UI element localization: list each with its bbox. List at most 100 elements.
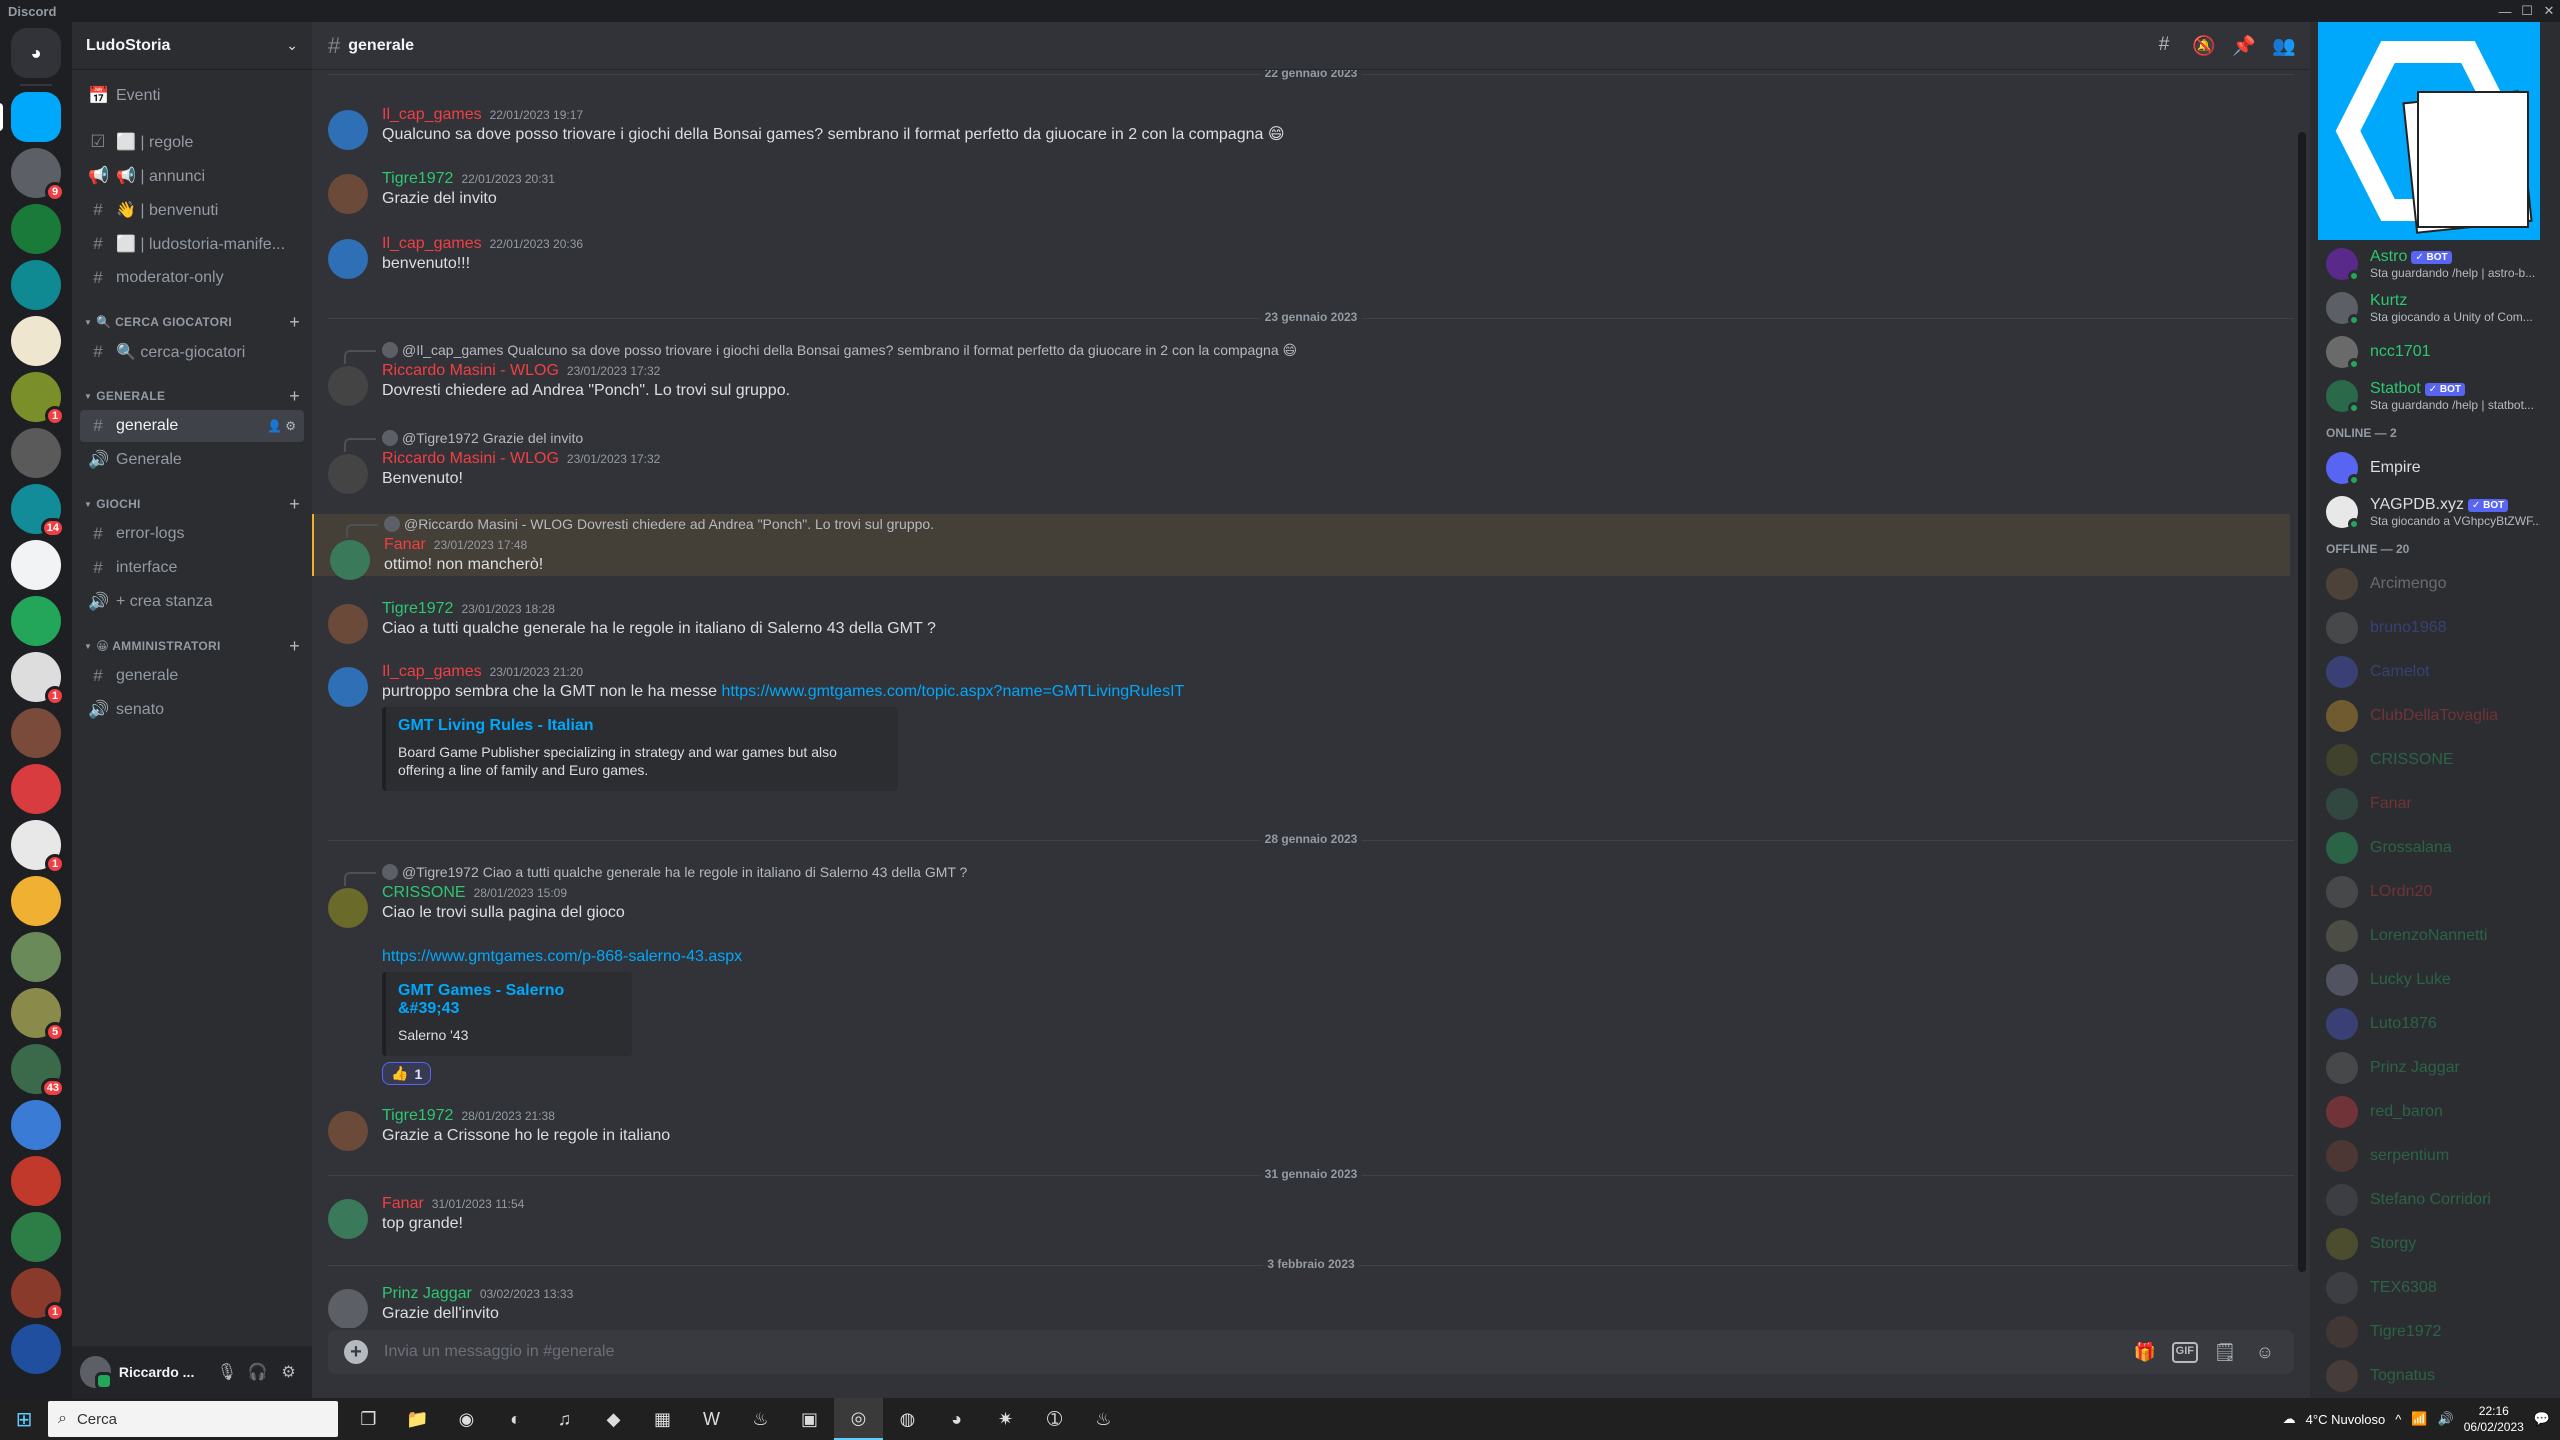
avatar[interactable]	[328, 366, 368, 406]
member-item[interactable]: LOrdn20	[2310, 870, 2560, 914]
member-item[interactable]: Tigre1972	[2310, 1310, 2560, 1354]
message-author[interactable]: CRISSONE	[382, 884, 466, 902]
gear-icon[interactable]: ⚙	[273, 1362, 304, 1382]
member-item[interactable]: Stefano Corridori	[2310, 1178, 2560, 1222]
message-author[interactable]: Tigre1972	[382, 170, 453, 188]
member-item[interactable]: serpentium	[2310, 1134, 2560, 1178]
member-item[interactable]: red_baron	[2310, 1090, 2560, 1134]
member-item[interactable]: ncc1701	[2310, 330, 2560, 374]
server-icon[interactable]: 1	[11, 1268, 65, 1322]
message-author[interactable]: Tigre1972	[382, 1107, 453, 1125]
member-item[interactable]: Luto1876	[2310, 1002, 2560, 1046]
channel-item[interactable]: # 👋 | benvenuti	[80, 194, 304, 226]
server-icon[interactable]	[11, 316, 61, 366]
server-icon[interactable]	[11, 596, 61, 646]
threads-icon[interactable]: #	[2152, 34, 2176, 58]
app-icon[interactable]: ◕	[932, 1398, 981, 1440]
member-item[interactable]: Astro ✓ BOT Sta guardando /help | astro-b.…	[2310, 242, 2560, 286]
microphone-icon[interactable]: 🎙	[211, 1362, 242, 1382]
discord-home-button[interactable]: ◕	[11, 28, 61, 78]
channel-item[interactable]: 📢 📢 | annunci	[80, 160, 304, 192]
member-item[interactable]: Tognatus	[2310, 1354, 2560, 1398]
avatar[interactable]	[328, 454, 368, 494]
avatar[interactable]	[328, 239, 368, 279]
member-item[interactable]: bruno1968	[2310, 606, 2560, 650]
avatar[interactable]	[328, 667, 368, 707]
attach-plus-icon[interactable]: +	[344, 1340, 368, 1364]
message-author[interactable]: Il_cap_games	[382, 663, 482, 681]
reaction-button[interactable]: 👍 1	[382, 1062, 432, 1085]
server-icon[interactable]	[11, 260, 61, 310]
discord-taskbar-icon[interactable]: ◎	[834, 1398, 883, 1440]
category-header[interactable]: ▼ GIOCHI +	[80, 492, 304, 516]
avatar[interactable]	[328, 1289, 368, 1328]
member-item[interactable]: Fanar	[2310, 782, 2560, 826]
embed-title[interactable]: GMT Games - Salerno &#39;43	[398, 982, 616, 1018]
server-icon[interactable]	[11, 1324, 61, 1374]
windows-start-icon[interactable]: ⊞	[0, 1407, 48, 1432]
member-item[interactable]: LorenzoNannetti	[2310, 914, 2560, 958]
member-item[interactable]: ClubDellaTovaglia	[2310, 694, 2560, 738]
server-icon[interactable]: 9	[11, 148, 65, 202]
server-icon[interactable]	[11, 1156, 61, 1206]
embed-title[interactable]: GMT Living Rules - Italian	[398, 717, 882, 735]
pin-icon[interactable]: 📌	[2232, 34, 2256, 58]
message-author[interactable]: Tigre1972	[382, 600, 453, 618]
server-icon[interactable]	[11, 708, 61, 758]
server-icon[interactable]	[11, 1100, 61, 1150]
server-icon[interactable]	[0, 92, 61, 142]
server-icon[interactable]: 43	[11, 1044, 65, 1098]
taskbar-search[interactable]: ⌕ Cerca	[48, 1401, 338, 1437]
member-item[interactable]: Prinz Jaggar	[2310, 1046, 2560, 1090]
member-item[interactable]: YAGPDB.xyz ✓ BOT Sta giocando a VGhpcyBtZW…	[2310, 490, 2560, 534]
scrollbar[interactable]	[2298, 132, 2306, 1272]
member-list-icon[interactable]: 👥	[2272, 34, 2296, 58]
word-icon[interactable]: W	[687, 1398, 736, 1440]
server-icon[interactable]	[11, 204, 61, 254]
message-author[interactable]: Prinz Jaggar	[382, 1285, 472, 1303]
channel-item[interactable]: 🔊 senato	[80, 694, 304, 726]
app-icon[interactable]: ◆	[589, 1398, 638, 1440]
volume-icon[interactable]: 🔊	[2438, 1411, 2454, 1427]
category-header[interactable]: ▼ 🔍 CERCA GIOCATORI +	[80, 310, 304, 334]
server-icon[interactable]	[11, 876, 61, 926]
channel-item[interactable]: 🔊 Generale	[80, 444, 304, 476]
avatar[interactable]	[328, 888, 368, 928]
task-view-icon[interactable]: ❐	[344, 1398, 393, 1440]
message-author[interactable]: Riccardo Masini - WLOG	[382, 450, 559, 468]
create-channel-icon[interactable]: +	[289, 494, 300, 515]
chevron-up-icon[interactable]: ^	[2395, 1412, 2401, 1427]
member-item[interactable]: Grossalana	[2310, 826, 2560, 870]
message-author[interactable]: Fanar	[382, 1195, 424, 1213]
message-author[interactable]: Il_cap_games	[382, 106, 482, 124]
reply-preview[interactable]: @Riccardo Masini - WLOG Dovresti chiedere…	[346, 514, 2290, 538]
message-input[interactable]	[384, 1343, 2132, 1361]
gear-icon[interactable]: ⚙	[285, 419, 296, 433]
member-item[interactable]: Statbot ✓ BOT Sta guardando /help | statbo…	[2310, 374, 2560, 418]
app-icon[interactable]: ▣	[785, 1398, 834, 1440]
channel-item[interactable]: # generale 👤 ⚙	[80, 410, 304, 442]
message-link[interactable]: https://www.gmtgames.com/topic.aspx?name…	[721, 683, 1184, 700]
network-icon[interactable]: 📶	[2411, 1411, 2427, 1427]
spotify-icon[interactable]: ♫	[540, 1398, 589, 1440]
app-icon[interactable]: ◍	[883, 1398, 932, 1440]
message-author[interactable]: Fanar	[384, 536, 426, 554]
member-item[interactable]: Storgy	[2310, 1222, 2560, 1266]
channel-item[interactable]: # error-logs	[80, 518, 304, 550]
create-channel-icon[interactable]: +	[289, 386, 300, 407]
channel-item[interactable]: # generale	[80, 660, 304, 692]
user-name[interactable]: Riccardo ...	[119, 1364, 212, 1380]
member-item[interactable]: Lucky Luke	[2310, 958, 2560, 1002]
steam-icon[interactable]: ♨	[1079, 1398, 1128, 1440]
guild-header[interactable]: LudoStoria ⌄	[72, 22, 312, 70]
message-author[interactable]: Il_cap_games	[382, 235, 482, 253]
clock[interactable]: 22:16 06/02/2023	[2464, 1403, 2524, 1435]
member-item[interactable]: Empire	[2310, 446, 2560, 490]
app-icon[interactable]: ✷	[981, 1398, 1030, 1440]
create-channel-icon[interactable]: +	[289, 636, 300, 657]
server-icon[interactable]: 1	[11, 652, 65, 706]
gift-icon[interactable]: 🎁	[2132, 1342, 2158, 1363]
server-icon[interactable]	[11, 540, 61, 590]
member-item[interactable]: TEX6308	[2310, 1266, 2560, 1310]
server-icon[interactable]: 1	[11, 820, 65, 874]
